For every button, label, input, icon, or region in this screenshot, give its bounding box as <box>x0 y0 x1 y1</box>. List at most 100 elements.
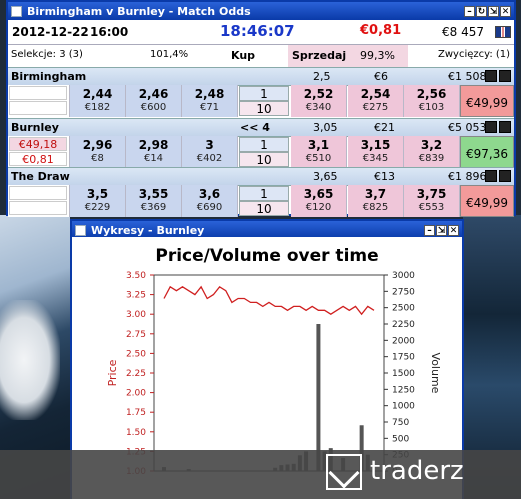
lay-price-cell[interactable]: 3,2 €839 <box>404 136 460 168</box>
market-window-titlebar[interactable]: Birmingham v Burnley - Match Odds – ↻ ⇲ … <box>8 2 514 20</box>
stake-input-top[interactable]: 1 <box>239 186 289 201</box>
last-traded-price: 3,05 <box>313 121 338 134</box>
total-matched: €5 053 <box>448 121 487 134</box>
selections-count: Selekcje: 3 (3) <box>11 49 83 60</box>
market-window: Birmingham v Burnley - Match Odds – ↻ ⇲ … <box>6 0 516 217</box>
lay-price-cell[interactable]: 2,54 €275 <box>348 85 404 117</box>
position-if-lose <box>9 201 67 215</box>
recent-traded-volume: €21 <box>374 121 395 134</box>
runner-header[interactable]: Birmingham 2,5 €6 €1 508 <box>8 67 514 86</box>
runner-header[interactable]: Burnley << 4 3,05 €21 €5 053 <box>8 118 514 137</box>
runner-position-cell: €49,18 €0,81 <box>8 136 70 168</box>
left-axis-tick-label: 3.50 <box>126 271 146 281</box>
stake-input-bottom[interactable]: 10 <box>239 101 289 116</box>
back-volume: €14 <box>143 153 164 164</box>
back-price-cell[interactable]: 2,44 €182 <box>70 85 126 117</box>
account-balance: €8 457 <box>442 25 484 39</box>
runner-profit-cell[interactable]: €49,99 <box>460 85 514 117</box>
stake-input-top[interactable]: 1 <box>239 137 289 152</box>
lay-price-cell[interactable]: 3,1 €510 <box>291 136 347 168</box>
runner-header[interactable]: The Draw 3,65 €13 €1 896 <box>8 167 514 186</box>
runner-profit-cell[interactable]: €49,99 <box>460 185 514 217</box>
runner-ladder-icon[interactable] <box>499 70 511 82</box>
chart-close-button[interactable]: ✕ <box>448 224 459 236</box>
back-volume: €402 <box>196 153 223 164</box>
runner-ladder-icon[interactable] <box>499 170 511 182</box>
runner-ladder-icon[interactable] <box>499 121 511 133</box>
chart-minimize-button[interactable]: – <box>424 224 435 236</box>
back-price-cell[interactable]: 2,98 €14 <box>126 136 182 168</box>
back-price-cell[interactable]: 2,46 €600 <box>126 85 182 117</box>
lay-odds: 3,15 <box>360 138 391 152</box>
right-axis-tick-label: 2500 <box>392 304 415 314</box>
stake-input-top[interactable]: 1 <box>239 86 289 101</box>
position-if-win <box>9 86 67 100</box>
lay-odds: 2,54 <box>360 87 391 101</box>
chart-pin-button[interactable]: ⇲ <box>436 224 447 236</box>
back-volume: €71 <box>199 102 220 113</box>
lay-odds: 3,65 <box>303 187 334 201</box>
clock: 18:46:07 <box>220 22 295 40</box>
runner-profit-cell[interactable]: €97,36 <box>460 136 514 168</box>
chart-app-icon <box>75 224 86 236</box>
back-odds: 2,44 <box>82 87 113 101</box>
last-traded-price: 2,5 <box>313 70 331 83</box>
back-odds: 3 <box>205 138 214 152</box>
lay-price-cell[interactable]: 3,15 €345 <box>348 136 404 168</box>
left-axis-tick-label: 3.25 <box>126 291 146 301</box>
minimize-button[interactable]: – <box>464 5 475 17</box>
uk-flag-icon <box>495 26 511 38</box>
total-matched: €1 508 <box>448 70 487 83</box>
left-axis-label: Price <box>106 359 119 386</box>
position-if-lose: €0,81 <box>9 152 67 166</box>
back-price-cell[interactable]: 3,55 €369 <box>126 185 182 217</box>
back-odds: 3,6 <box>198 187 221 201</box>
market-info-bar: 2012-12-22 16:00 18:46:07 €0,81 €8 457 <box>8 20 514 44</box>
close-button[interactable]: ✕ <box>500 5 511 17</box>
back-odds: 3,55 <box>138 187 169 201</box>
back-odds: 3,5 <box>86 187 109 201</box>
refresh-button[interactable]: ↻ <box>476 5 487 17</box>
background-photo-highlight <box>0 300 60 420</box>
right-axis-tick-label: 2000 <box>392 336 415 346</box>
runner-name: Burnley <box>11 121 59 134</box>
right-axis-tick-label: 3000 <box>392 271 415 281</box>
back-volume: €182 <box>84 102 111 113</box>
back-price-cell[interactable]: 3 €402 <box>182 136 238 168</box>
back-odds: 2,96 <box>82 138 113 152</box>
runner-chart-icon[interactable] <box>485 170 497 182</box>
back-percentage: 101,4% <box>150 49 189 60</box>
back-price-cell[interactable]: 2,48 €71 <box>182 85 238 117</box>
lay-odds: 2,52 <box>303 87 334 101</box>
volume-bar <box>316 324 321 471</box>
back-price-cell[interactable]: 2,96 €8 <box>70 136 126 168</box>
back-price-cell[interactable]: 3,6 €690 <box>182 185 238 217</box>
right-axis-label: Volume <box>429 353 442 394</box>
watermark-logo-icon <box>326 454 362 490</box>
right-axis-tick-label: 750 <box>392 418 409 428</box>
runner-indicator: << 4 <box>240 121 270 134</box>
lay-volume: €120 <box>305 202 332 213</box>
lay-price-cell[interactable]: 3,65 €120 <box>291 185 347 217</box>
lay-odds: 2,56 <box>416 87 447 101</box>
market-date: 2012-12-22 <box>12 25 89 39</box>
stake-input-bottom[interactable]: 10 <box>239 201 289 216</box>
right-axis-tick-label: 1750 <box>392 353 415 363</box>
lay-price-cell[interactable]: 2,56 €103 <box>404 85 460 117</box>
pin-button[interactable]: ⇲ <box>488 5 499 17</box>
back-volume: €600 <box>140 102 167 113</box>
lay-price-cell[interactable]: 3,75 €553 <box>404 185 460 217</box>
back-volume: €8 <box>91 153 104 164</box>
lay-price-cell[interactable]: 3,7 €825 <box>348 185 404 217</box>
back-odds: 2,46 <box>138 87 169 101</box>
runner-position-cell <box>8 85 70 117</box>
lay-price-cell[interactable]: 2,52 €340 <box>291 85 347 117</box>
runner-name: Birmingham <box>11 70 87 83</box>
lay-volume: €839 <box>418 153 445 164</box>
runner-chart-icon[interactable] <box>485 70 497 82</box>
back-price-cell[interactable]: 3,5 €229 <box>70 185 126 217</box>
runner-chart-icon[interactable] <box>485 121 497 133</box>
runner-name: The Draw <box>11 170 70 183</box>
right-axis-tick-label: 500 <box>392 434 409 444</box>
stake-input-bottom[interactable]: 10 <box>239 152 289 167</box>
